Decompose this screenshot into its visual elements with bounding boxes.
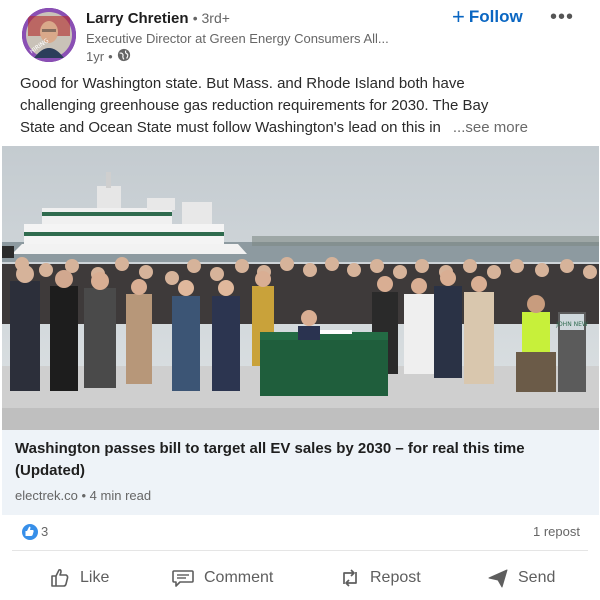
repost-count[interactable]: 1 repost [533,524,580,539]
link-preview[interactable]: Washington passes bill to target all EV … [2,430,599,515]
action-bar: Like Comment Repost Send [0,556,600,600]
post-time: 1yr [86,49,105,64]
author-name[interactable]: Larry Chretien [86,10,189,27]
connection-separator: • [192,10,202,26]
author-headline: Executive Director at Green Energy Consu… [86,31,389,46]
link-read-time: 4 min read [89,488,152,503]
globe-icon [117,48,131,65]
like-reaction-icon[interactable] [22,524,38,540]
send-label: Send [518,569,556,586]
author-line: Larry Chretien • 3rd+ [86,10,230,27]
post-text-line: Good for Washington state. But Mass. and… [20,75,465,92]
like-label: Like [80,569,110,586]
link-domain: electrek.co [15,488,78,503]
feed-post: HIRING Larry Chretien • 3rd+ Executive D… [0,0,600,600]
send-button[interactable]: Send [486,556,555,600]
comment-icon [172,570,194,587]
post-image[interactable]: JOHN NEW [2,146,599,430]
comment-button[interactable]: Comment [170,556,273,600]
connection-degree: 3rd+ [201,10,230,26]
thumbs-up-icon [51,568,69,587]
author-avatar[interactable]: HIRING [22,8,76,62]
podium-sign-text: JOHN NEW [555,321,588,328]
plus-icon: + [452,4,465,29]
meta-separator: • [108,49,113,64]
post-text-line: State and Ocean State must follow Washin… [20,119,441,136]
post-meta: 1yr • [86,48,131,65]
see-more-link[interactable]: ...see more [453,119,528,136]
more-options-icon[interactable]: ••• [550,6,574,29]
divider [12,550,588,551]
post-text: Good for Washington state. But Mass. and… [20,73,580,139]
link-source: electrek.co • 4 min read [15,488,151,503]
repost-icon [343,569,357,587]
link-separator: • [81,488,90,503]
post-text-line: challenging greenhouse gas reduction req… [20,97,489,114]
follow-label: Follow [468,7,523,26]
send-icon [488,569,508,588]
comment-label: Comment [204,569,274,586]
link-title[interactable]: Washington passes bill to target all EV … [15,438,575,482]
like-button[interactable]: Like [48,556,109,600]
post-text-line-last: State and Ocean State must follow Washin… [20,117,580,139]
repost-label: Repost [370,569,421,586]
repost-button[interactable]: Repost [338,556,421,600]
reaction-count[interactable]: 3 [41,524,48,539]
follow-button[interactable]: + Follow [452,4,523,29]
